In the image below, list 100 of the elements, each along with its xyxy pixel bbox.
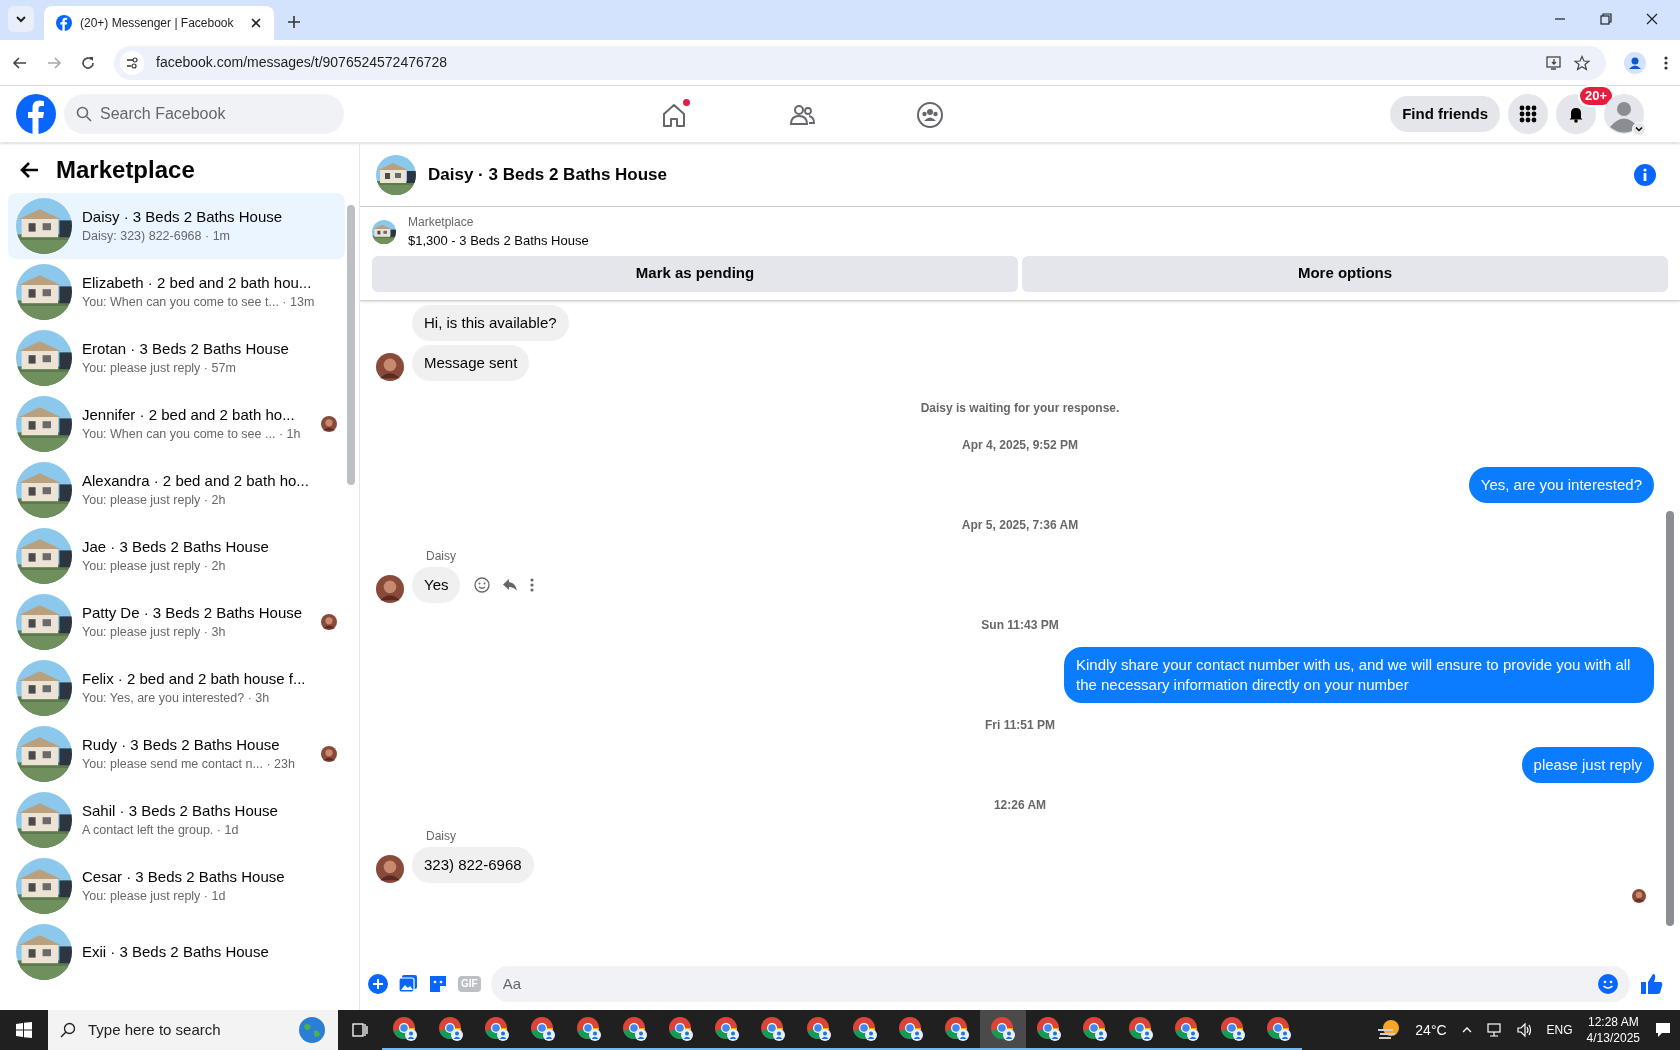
browser-icon	[438, 1016, 464, 1042]
conversation-title: Sahil · 3 Beds 2 Baths House	[82, 801, 279, 821]
search-icon	[60, 1022, 76, 1038]
conversation-preview: You: please just reply · 57m	[82, 360, 237, 377]
message-bubble: Message sent	[412, 344, 530, 381]
conversation-item[interactable]: Cesar · 3 Beds 2 Baths House You: please just reply · 1d	[8, 853, 345, 919]
back-icon[interactable]	[12, 54, 28, 71]
conversation-item[interactable]: Sahil · 3 Beds 2 Baths House A contact left the group. · 1d	[8, 787, 345, 853]
facebook-logo-icon	[56, 15, 72, 31]
scrollbar[interactable]	[1666, 510, 1674, 926]
taskbar-search-field[interactable]: Type here to search	[48, 1010, 338, 1050]
conversation-item[interactable]: Jennifer · 2 bed and 2 bath ho... You: When can you come to see ... · 1h	[8, 391, 345, 457]
search-input[interactable]: Search Facebook	[100, 102, 320, 126]
conversation-item[interactable]: Alexandra · 2 bed and 2 bath ho... You: please just reply · 2h	[8, 457, 345, 523]
find-friends-button[interactable]: Find friends	[1390, 96, 1500, 132]
timestamp: Fri 11:51 PM	[985, 716, 1055, 734]
weather-icon	[1377, 1018, 1402, 1042]
restore-icon[interactable]	[1598, 11, 1614, 27]
emoji-icon[interactable]	[474, 576, 491, 593]
tab-title: (20+) Messenger | Facebook	[80, 15, 235, 32]
message-input[interactable]: Aa	[490, 966, 1630, 1002]
bell-icon	[1567, 105, 1585, 123]
sticker-icon[interactable]	[428, 974, 448, 994]
browser-icon	[898, 1016, 924, 1042]
browser-icon	[714, 1016, 740, 1042]
browser-icon	[392, 1016, 418, 1042]
conversation-title: Cesar · 3 Beds 2 Baths House	[82, 867, 286, 887]
browser-icon	[484, 1016, 510, 1042]
reload-icon[interactable]	[80, 54, 96, 71]
bookmark-star-icon[interactable]	[1574, 54, 1590, 71]
facebook-logo-icon[interactable]	[16, 94, 56, 134]
message-bubble: please just reply	[1521, 746, 1654, 783]
browser-icon	[990, 1016, 1016, 1042]
conversation-title: Alexandra · 2 bed and 2 bath ho...	[82, 471, 310, 491]
temperature-text: 24°C	[1415, 1020, 1447, 1040]
conversation-title: Daisy · 3 Beds 2 Baths House	[82, 207, 284, 227]
conversation-title: Patty De · 3 Beds 2 Baths House	[82, 603, 304, 623]
clock-date: 4/13/2025	[1586, 1030, 1640, 1046]
conversation-item[interactable]: Daisy · 3 Beds 2 Baths House Daisy: 323) 822-6968 · 1m	[8, 193, 345, 259]
language-indicator: ENG	[1546, 1022, 1573, 1039]
site-settings-icon[interactable]	[126, 56, 138, 69]
search-field[interactable]: Search Facebook	[64, 94, 344, 134]
close-icon[interactable]	[250, 17, 262, 29]
conversation-preview: You: When can you come to see t... · 13m	[82, 294, 316, 311]
notification-center-icon[interactable]	[1654, 1021, 1672, 1039]
sender-name: Daisy	[426, 827, 457, 845]
taskbar-app-button[interactable]	[980, 1010, 1026, 1050]
info-icon[interactable]	[1634, 163, 1656, 186]
scrollbar[interactable]	[347, 205, 355, 485]
browser-icon	[1174, 1016, 1200, 1042]
message-bubble: Hi, is this available?	[412, 304, 569, 341]
listing-title: $1,300 - 3 Beds 2 Baths House	[408, 232, 589, 250]
message-bubble: Yes, are you interested?	[1468, 466, 1654, 503]
more-icon[interactable]	[1664, 54, 1668, 71]
tab-list-button[interactable]	[8, 6, 34, 32]
conversation-item[interactable]: Felix · 2 bed and 2 bath house f... You: Yes, are you interested? · 3h	[8, 655, 345, 721]
listing-action-button[interactable]: More options	[1022, 255, 1668, 292]
conversation-item[interactable]: Patty De · 3 Beds 2 Baths House You: please just reply · 3h	[8, 589, 345, 655]
conversation-preview: You: When can you come to see ... · 1h	[82, 426, 302, 443]
message-text-input[interactable]: Aa	[502, 972, 1598, 996]
plus-icon[interactable]	[368, 974, 388, 994]
task-view-icon[interactable]	[351, 1021, 369, 1039]
address-bar[interactable]: facebook.com/messages/t/9076524572476728	[114, 45, 1606, 80]
reply-icon[interactable]	[502, 576, 519, 593]
network-icon[interactable]	[1486, 1022, 1503, 1038]
windows-start-icon[interactable]	[16, 1022, 32, 1038]
conversation-title: Jae · 3 Beds 2 Baths House	[82, 537, 270, 557]
photo-icon[interactable]	[398, 974, 418, 994]
conversation-item[interactable]: Erotan · 3 Beds 2 Baths House You: please just reply · 57m	[8, 325, 345, 391]
new-tab-icon[interactable]	[286, 14, 302, 30]
volume-icon[interactable]	[1516, 1022, 1533, 1038]
conversation-preview: You: please send me contact n... · 23h	[82, 756, 296, 773]
conversation-item[interactable]: Jae · 3 Beds 2 Baths House You: please just reply · 2h	[8, 523, 345, 589]
conversation-preview: You: please just reply · 2h	[82, 558, 227, 575]
conversation-item[interactable]: Exii · 3 Beds 2 Baths House	[8, 919, 345, 985]
clock-time: 12:28 AM	[1587, 1014, 1639, 1030]
like-icon[interactable]	[1640, 972, 1664, 996]
conversation-title: Elizabeth · 2 bed and 2 bath hou...	[82, 273, 313, 293]
install-icon[interactable]	[1546, 54, 1562, 71]
profile-icon[interactable]	[1624, 51, 1646, 74]
conversation-item[interactable]: Rudy · 3 Beds 2 Baths House You: please send me contact n... · 23h	[8, 721, 345, 787]
browser-tab[interactable]: (20+) Messenger | Facebook	[44, 6, 274, 40]
listing-action-button[interactable]: Mark as pending	[372, 255, 1018, 292]
more-icon[interactable]	[530, 577, 535, 592]
groups-icon[interactable]	[916, 100, 944, 129]
message-bubble: Kindly share your contact number with us, and we will ensure to provide you with all the necessary information directly on your number	[1064, 646, 1654, 703]
close-icon[interactable]	[1644, 11, 1660, 27]
conversation-item[interactable]: Elizabeth · 2 bed and 2 bath hou... You: When can you come to see t... · 13m	[8, 259, 345, 325]
menu-icon	[1519, 105, 1537, 123]
message-bubble: 323) 822-6968	[412, 846, 534, 883]
timestamp: Apr 5, 2025, 7:36 AM	[961, 516, 1079, 534]
browser-icon	[1266, 1016, 1292, 1042]
conversation-title: Erotan · 3 Beds 2 Baths House	[82, 339, 290, 359]
back-arrow-icon[interactable]	[20, 160, 40, 180]
chevron-down-icon	[15, 13, 27, 25]
browser-icon	[622, 1016, 648, 1042]
status-notice: Daisy is waiting for your response.	[920, 399, 1120, 417]
menu-button[interactable]	[1508, 94, 1548, 134]
browser-icon	[1036, 1016, 1062, 1042]
emoji-icon[interactable]	[1598, 974, 1618, 994]
